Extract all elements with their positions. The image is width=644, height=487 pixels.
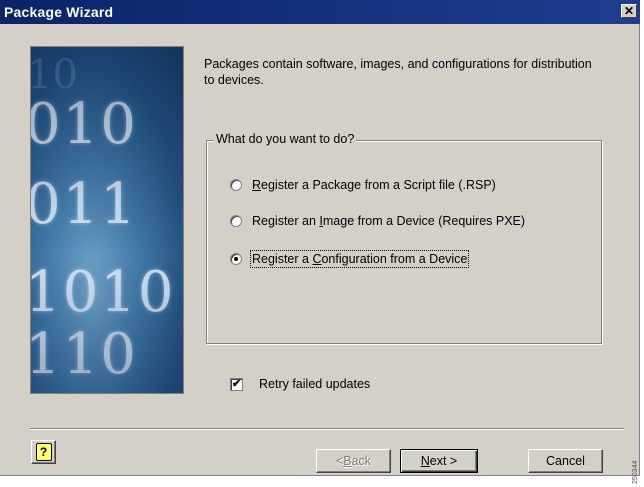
- checkmark-icon: ✔: [231, 377, 242, 390]
- radio-label[interactable]: Register an Image from a Device (Require…: [252, 214, 525, 228]
- retry-label[interactable]: Retry failed updates: [259, 377, 370, 391]
- action-groupbox: [206, 140, 602, 344]
- radio-label[interactable]: Register a Configuration from a Device: [249, 250, 470, 268]
- option-register-package-script[interactable]: Register a Package from a Script file (.…: [230, 178, 496, 192]
- radio-button[interactable]: [230, 179, 242, 191]
- cancel-button[interactable]: Cancel: [528, 449, 603, 473]
- radio-label[interactable]: Register a Package from a Script file (.…: [252, 178, 496, 192]
- back-button[interactable]: < Back: [316, 449, 391, 473]
- close-icon: ✕: [623, 4, 635, 18]
- next-button[interactable]: Next >: [400, 449, 478, 473]
- title-bar[interactable]: Package Wizard ✕: [0, 0, 640, 24]
- package-wizard-window: Package Wizard ✕ 10 010 011 1010 110 Pac…: [0, 0, 640, 476]
- radio-button[interactable]: [230, 215, 242, 227]
- option-register-configuration-device[interactable]: Register a Configuration from a Device: [230, 250, 470, 268]
- option-register-image-device[interactable]: Register an Image from a Device (Require…: [230, 214, 525, 228]
- wizard-description: Packages contain software, images, and c…: [204, 57, 592, 87]
- wizard-banner-image: 10 010 011 1010 110: [30, 46, 184, 394]
- close-button[interactable]: ✕: [621, 4, 637, 18]
- retry-failed-updates-option[interactable]: ✔ Retry failed updates: [230, 377, 370, 391]
- button-separator: [30, 428, 624, 430]
- radio-button-selected[interactable]: [230, 253, 242, 265]
- help-icon: ?: [35, 443, 52, 461]
- retry-checkbox[interactable]: ✔: [230, 377, 243, 391]
- window-title: Package Wizard: [4, 4, 114, 20]
- groupbox-legend: What do you want to do?: [214, 132, 357, 146]
- figure-id-number: 250344: [632, 460, 639, 484]
- banner-shade: [31, 47, 183, 393]
- help-button[interactable]: ?: [31, 440, 56, 464]
